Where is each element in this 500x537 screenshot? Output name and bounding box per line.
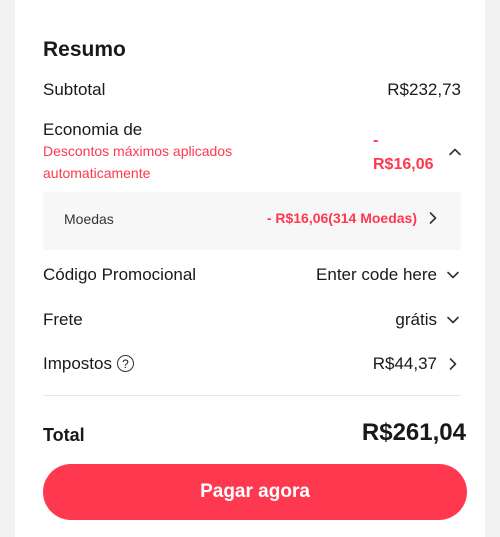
taxes-amount: R$44,37 [372, 354, 437, 373]
taxes-label: Impostos [43, 354, 112, 373]
question-circle-icon[interactable]: ? [116, 355, 134, 372]
taxes-value[interactable]: R$44,37 [373, 353, 461, 375]
coins-discount-row[interactable]: Moedas - R$16,06(314 Moedas) [43, 192, 461, 250]
savings-label: Economia de [43, 120, 143, 139]
promo-code-input[interactable]: Enter code here [316, 264, 437, 286]
total-label: Total [43, 425, 85, 445]
coins-amount: - R$16,06(314 Moedas) [266, 210, 417, 226]
promo-code-value[interactable]: Enter code here [316, 264, 461, 286]
coins-value: - R$16,06(314 Moedas) [267, 210, 441, 226]
chevron-down-icon[interactable] [445, 267, 461, 283]
savings-description: Descontos máximos aplicados automaticame… [43, 143, 233, 181]
pay-now-button[interactable]: Pagar agora [43, 464, 467, 520]
shipping-value[interactable]: grátis [395, 309, 461, 331]
chevron-down-icon[interactable] [445, 312, 461, 328]
summary-title: Resumo [43, 38, 126, 61]
subtotal-label: Subtotal [43, 80, 106, 99]
promo-code-label: Código Promocional [43, 265, 197, 284]
taxes-label-wrap: Impostos? [43, 353, 134, 375]
subtotal-value: R$232,73 [387, 80, 461, 99]
savings-value: - R$16,06 [373, 129, 443, 177]
chevron-right-icon[interactable] [425, 210, 441, 226]
order-summary-card: Resumo Subtotal R$232,73 Economia de Des… [15, 0, 485, 537]
savings-value-sign: - [373, 132, 379, 149]
total-value: R$261,04 [361, 419, 466, 446]
shipping-label: Frete [43, 310, 83, 329]
chevron-up-icon[interactable] [447, 144, 463, 160]
chevron-right-icon[interactable] [445, 356, 461, 372]
coins-label: Moedas [64, 211, 114, 227]
divider [43, 395, 461, 396]
shipping-amount: grátis [395, 310, 437, 329]
savings-value-amount: R$16,06 [373, 156, 434, 173]
